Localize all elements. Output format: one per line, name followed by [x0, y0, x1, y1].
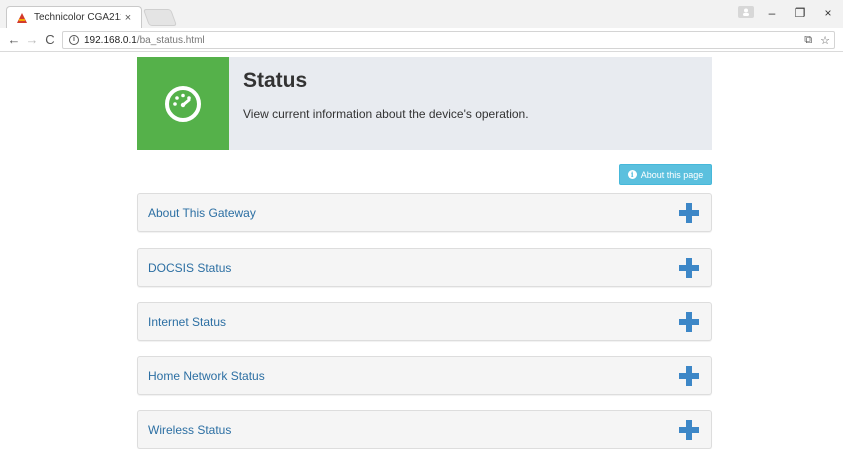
header-icon-box: [137, 57, 229, 150]
restore-button[interactable]: ❐: [791, 5, 809, 21]
panel-label: DOCSIS Status: [148, 261, 232, 275]
expand-plus-icon[interactable]: [679, 258, 699, 278]
tab-title: Technicolor CGA2121: [34, 12, 121, 23]
panel-label: About This Gateway: [148, 206, 256, 220]
url-host: 192.168.0.1: [84, 34, 137, 46]
technicolor-favicon-icon: [15, 11, 29, 25]
panel-internet-status[interactable]: Internet Status: [137, 302, 712, 341]
page-title: Status: [243, 69, 308, 92]
expand-plus-icon[interactable]: [679, 203, 699, 223]
url-path: /ba_status.html: [136, 34, 205, 46]
close-window-button[interactable]: ×: [819, 5, 837, 21]
page-subtitle: View current information about the devic…: [243, 107, 529, 121]
back-button[interactable]: ←: [6, 32, 22, 48]
new-tab-button[interactable]: [142, 9, 178, 26]
page-header: Status View current information about th…: [137, 57, 712, 150]
panel-label: Internet Status: [148, 315, 227, 329]
panel-label: Home Network Status: [148, 369, 265, 383]
expand-plus-icon[interactable]: [679, 366, 699, 386]
expand-plus-icon[interactable]: [679, 420, 699, 440]
about-this-page-button[interactable]: i About this page: [619, 164, 712, 185]
about-this-page-label: About this page: [640, 169, 704, 180]
panel-wireless-status[interactable]: Wireless Status: [137, 410, 712, 449]
address-bar[interactable]: i 192.168.0.1/ba_status.html ⧉ ☆: [62, 31, 835, 49]
panel-label: Wireless Status: [148, 423, 232, 437]
minimize-button[interactable]: –: [763, 5, 781, 21]
panel-docsis-status[interactable]: DOCSIS Status: [137, 248, 712, 287]
browser-tab[interactable]: Technicolor CGA2121 ×: [6, 6, 142, 28]
bookmark-star-icon[interactable]: ☆: [820, 34, 830, 47]
info-icon: i: [627, 170, 637, 179]
expand-plus-icon[interactable]: [679, 312, 699, 332]
tab-strip: Technicolor CGA2121 × – ❐ ×: [0, 0, 843, 28]
tab-close-icon[interactable]: ×: [121, 12, 135, 24]
speedometer-icon: [165, 85, 201, 122]
reload-button[interactable]: C: [42, 32, 58, 48]
translate-icon[interactable]: ⧉: [804, 34, 812, 47]
profile-icon[interactable]: [738, 6, 754, 18]
browser-toolbar: ← → C i 192.168.0.1/ba_status.html ⧉ ☆: [0, 28, 843, 52]
panel-home-network-status[interactable]: Home Network Status: [137, 356, 712, 395]
forward-button[interactable]: →: [24, 32, 40, 48]
panel-about-this-gateway[interactable]: About This Gateway: [137, 193, 712, 232]
site-info-icon[interactable]: i: [69, 35, 79, 45]
